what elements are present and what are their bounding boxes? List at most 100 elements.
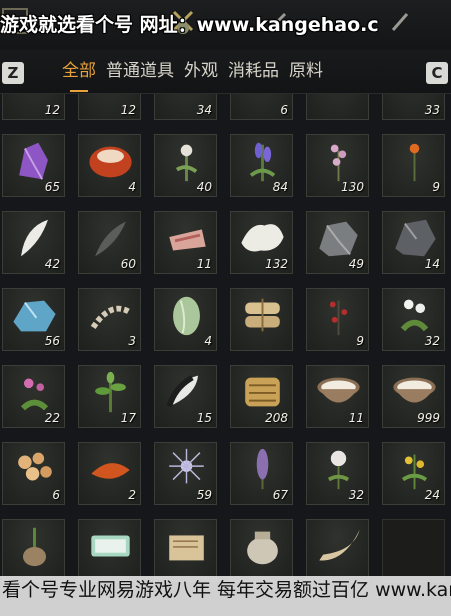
item-quantity: 67 [272, 488, 288, 502]
watermark-top: 游戏就选看个号 网址：www.kangehao.c [0, 14, 379, 36]
item-quantity: 999 [417, 411, 440, 425]
item-quantity: 22 [44, 411, 60, 425]
item-quantity: 4 [204, 334, 212, 348]
inventory-slot[interactable] [78, 519, 141, 582]
item-quantity: 11 [348, 411, 364, 425]
inventory-slot[interactable]: 42 [2, 211, 65, 274]
horn-icon [319, 529, 360, 561]
item-quantity: 6 [52, 488, 60, 502]
spiky-flower-icon [169, 448, 204, 484]
item-quantity: 3 [128, 334, 136, 348]
watermark-bottom: 看个号专业网易游戏八年 每年交易额过百亿 www.kangehao.c [0, 576, 451, 616]
tab-appearance[interactable]: 外观 [184, 58, 218, 84]
inventory-slot[interactable]: 56 [2, 288, 65, 351]
green-leaf-herb-icon [95, 371, 126, 413]
bone-spine-icon [90, 305, 132, 330]
inventory-slot[interactable]: 3 [78, 288, 141, 351]
inventory-slot[interactable]: 6 [230, 94, 293, 120]
raw-meat-icon [169, 229, 206, 251]
inventory-grid: 12 12 34 6 33 65 4 40 84 130 9 42 60 11 132 49 14 56 3 4 9 32… [0, 94, 451, 616]
inventory-slot[interactable]: 130 [306, 134, 369, 197]
item-quantity: 14 [424, 257, 440, 271]
inventory-slot[interactable]: 49 [306, 211, 369, 274]
inventory-slot[interactable] [306, 94, 369, 120]
inventory-slot[interactable] [154, 519, 217, 582]
inventory-slot[interactable]: 208 [230, 365, 293, 428]
inventory-slot[interactable]: 15 [154, 365, 217, 428]
tab-consumables[interactable]: 消耗品 [228, 58, 279, 84]
inventory-slot[interactable]: 9 [382, 134, 445, 197]
hotkey-z[interactable]: Z [2, 62, 24, 84]
inventory-slot[interactable]: 60 [78, 211, 141, 274]
item-quantity: 6 [280, 103, 288, 117]
purple-lavender-icon [249, 142, 276, 182]
inventory-slot[interactable]: 14 [382, 211, 445, 274]
inventory-slot[interactable]: 12 [78, 94, 141, 120]
white-bloom-icon [327, 450, 350, 490]
item-quantity: 65 [44, 180, 60, 194]
top-banner: 游戏就选看个号 网址：www.kangehao.c [0, 0, 451, 50]
golden-scroll-icon [245, 377, 280, 407]
tab-normal-items[interactable]: 普通道具 [106, 58, 174, 84]
item-quantity: 15 [196, 411, 212, 425]
inventory-slot[interactable]: 6 [2, 442, 65, 505]
inventory-slot[interactable] [230, 519, 293, 582]
item-quantity: 208 [265, 411, 288, 425]
bundle-sack-icon [245, 298, 280, 332]
dark-feather-icon [95, 221, 126, 257]
orange-flower-icon [409, 143, 420, 182]
tab-bar: Z 全部 普通道具 外观 消耗品 原料 C [0, 50, 451, 94]
tab-all[interactable]: 全部 [62, 58, 96, 92]
jade-box-icon [91, 535, 130, 557]
purple-spike-herb-icon [256, 448, 269, 490]
white-flower-herb-icon [175, 144, 198, 182]
inventory-slot[interactable]: 22 [2, 365, 65, 428]
inventory-slot[interactable]: 17 [78, 365, 141, 428]
inventory-slot[interactable]: 40 [154, 134, 217, 197]
inventory-slot[interactable] [2, 519, 65, 582]
inventory-slot[interactable]: 11 [154, 211, 217, 274]
inventory-slot[interactable]: 4 [78, 134, 141, 197]
root-herb-icon [22, 527, 47, 567]
inventory-slot[interactable]: 65 [2, 134, 65, 197]
inventory-slot[interactable]: 59 [154, 442, 217, 505]
red-brick-icon [91, 463, 130, 479]
inventory-slot[interactable] [230, 288, 293, 351]
inventory-slot[interactable]: 2 [78, 442, 141, 505]
inventory-slot[interactable]: 32 [306, 442, 369, 505]
inventory-slot[interactable] [382, 519, 445, 582]
item-quantity: 24 [424, 488, 440, 502]
milk-bowl-icon [393, 377, 436, 403]
item-quantity: 33 [424, 103, 440, 117]
item-quantity: 60 [120, 257, 136, 271]
inventory-slot[interactable]: 33 [382, 94, 445, 120]
item-quantity: 130 [341, 180, 364, 194]
item-quantity: 12 [120, 103, 136, 117]
blue-ore-icon [13, 300, 56, 332]
inventory-slot[interactable]: 32 [382, 288, 445, 351]
tab-materials[interactable]: 原料 [289, 58, 323, 84]
milk-bowl-icon [317, 377, 360, 403]
pink-flower-herb-icon [20, 378, 49, 411]
item-quantity: 59 [196, 488, 212, 502]
inventory-slot[interactable]: 132 [230, 211, 293, 274]
item-quantity: 42 [44, 257, 60, 271]
item-quantity: 49 [348, 257, 364, 271]
inventory-slot[interactable]: 67 [230, 442, 293, 505]
inventory-slot[interactable]: 84 [230, 134, 293, 197]
inventory-slot[interactable]: 9 [306, 288, 369, 351]
inventory-slot[interactable]: 24 [382, 442, 445, 505]
item-quantity: 32 [348, 488, 364, 502]
item-quantity: 132 [265, 257, 288, 271]
inventory-slot[interactable]: 999 [382, 365, 445, 428]
inventory-slot[interactable]: 34 [154, 94, 217, 120]
black-white-feather-icon [166, 375, 199, 408]
item-quantity: 34 [196, 103, 212, 117]
hotkey-c[interactable]: C [426, 62, 448, 84]
inventory-slot[interactable] [306, 519, 369, 582]
inventory-slot[interactable]: 12 [2, 94, 65, 120]
green-melon-icon [173, 296, 200, 336]
inventory-slot[interactable]: 4 [154, 288, 217, 351]
inventory-slot[interactable]: 11 [306, 365, 369, 428]
amethyst-crystal-icon [19, 142, 48, 180]
